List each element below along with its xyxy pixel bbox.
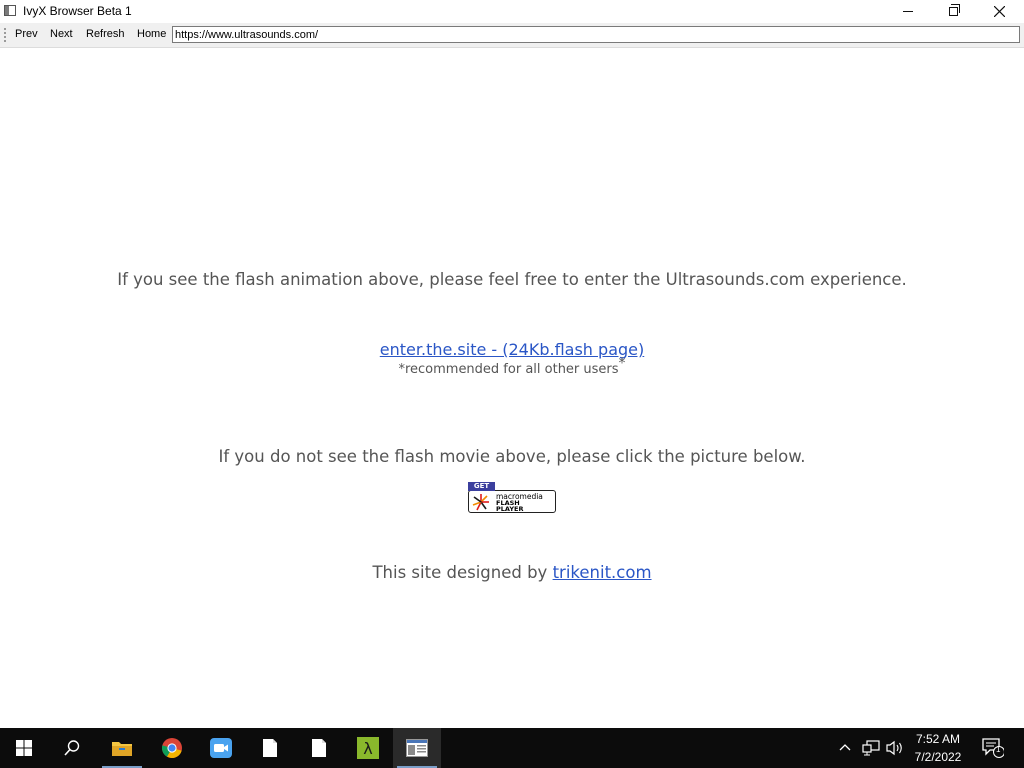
recommend-note: *recommended for all other users*	[0, 357, 1024, 377]
document-icon	[263, 739, 277, 757]
document-icon	[312, 739, 326, 757]
recommend-star: *	[618, 355, 626, 372]
no-flash-text: If you do not see the flash movie above,…	[218, 447, 806, 466]
intro-text: If you see the flash animation above, pl…	[117, 270, 907, 289]
windows-start-icon	[16, 740, 32, 756]
flash-badge-box: macromedia FLASH PLAYER	[468, 490, 556, 513]
search-icon	[64, 740, 80, 756]
toolbar-grip[interactable]	[4, 28, 6, 42]
taskbar-chrome[interactable]	[148, 728, 196, 768]
browser-toolbar: Prev Next Refresh Home	[0, 23, 1024, 48]
notification-icon	[982, 738, 1005, 758]
notification-count: 1	[996, 745, 1001, 754]
clock-time[interactable]: 7:52 AM	[908, 732, 968, 746]
network-icon	[862, 740, 880, 756]
show-hidden-icons-button[interactable]	[838, 740, 852, 759]
taskbar-browser[interactable]	[393, 728, 441, 768]
trikenit-link[interactable]: trikenit.com	[553, 563, 652, 582]
lambda-app-icon: λ	[357, 737, 379, 759]
refresh-button[interactable]: Refresh	[86, 28, 125, 40]
title-bar: IvyX Browser Beta 1	[0, 0, 1024, 23]
address-bar[interactable]	[172, 26, 1020, 43]
taskbar-file-explorer[interactable]	[98, 728, 146, 768]
recommend-text: *recommended for all other users	[398, 362, 619, 377]
home-button[interactable]: Home	[137, 28, 166, 40]
page-content: If you see the flash animation above, pl…	[0, 48, 1024, 728]
designed-by-text: This site designed by	[372, 563, 553, 582]
enter-site-link[interactable]: enter.the.site - (24Kb.flash page)	[380, 340, 644, 359]
restore-icon	[948, 4, 960, 16]
flash-badge-player: PLAYER	[496, 505, 524, 513]
enter-site-link-row: enter.the.site - (24Kb.flash page)	[0, 340, 1024, 359]
flash-badge-get: GET	[468, 482, 495, 491]
taskbar-document-2[interactable]	[295, 728, 343, 768]
minimize-icon	[903, 11, 913, 12]
close-button[interactable]	[976, 0, 1022, 23]
get-flash-player-button[interactable]: macromedia FLASH PLAYER GET	[468, 482, 556, 513]
prev-button[interactable]: Prev	[15, 28, 38, 40]
next-button[interactable]: Next	[50, 28, 73, 40]
chevron-up-icon	[839, 744, 851, 751]
close-icon	[993, 6, 1005, 17]
macromedia-logo-icon	[472, 494, 489, 511]
action-center-button[interactable]: 1	[982, 738, 1005, 762]
window-title: IvyX Browser Beta 1	[23, 4, 132, 18]
taskbar-lambda-app[interactable]: λ	[344, 728, 392, 768]
minimize-button[interactable]	[885, 0, 931, 23]
volume-button[interactable]	[886, 740, 904, 760]
clock-date[interactable]: 7/2/2022	[908, 750, 968, 764]
designed-by-line: This site designed by trikenit.com	[0, 563, 1024, 582]
start-button[interactable]	[0, 728, 48, 768]
taskbar-zoom[interactable]	[197, 728, 245, 768]
browser-app-icon	[406, 739, 428, 757]
maximize-button[interactable]	[930, 0, 976, 23]
svg-text:λ: λ	[363, 739, 372, 758]
app-icon	[4, 5, 16, 16]
file-explorer-icon	[112, 742, 132, 756]
taskbar: λ 7:52 AM 7/2/2022 1	[0, 728, 1024, 768]
network-button[interactable]	[862, 740, 880, 760]
chrome-icon	[161, 738, 182, 759]
taskbar-document-1[interactable]	[246, 728, 294, 768]
zoom-icon	[210, 738, 232, 758]
volume-icon	[886, 740, 902, 756]
search-button[interactable]	[48, 728, 96, 768]
